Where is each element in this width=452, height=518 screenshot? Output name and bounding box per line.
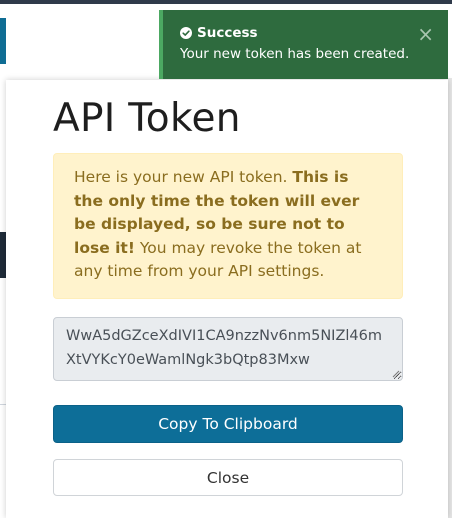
modal-title: API Token (53, 96, 241, 141)
background-nav-strip (0, 18, 6, 64)
success-toast: Success Your new token has been created.… (159, 10, 448, 79)
toast-title: Success (197, 25, 258, 41)
toast-message: Your new token has been created. (180, 46, 410, 62)
toast-header: Success (180, 24, 432, 42)
api-token-modal: API Token Here is your new API token. Th… (6, 80, 448, 518)
background-scroll-edge (448, 78, 452, 518)
background-top-bar (0, 0, 452, 4)
copy-to-clipboard-button[interactable]: Copy To Clipboard (53, 405, 403, 443)
toast-close-icon[interactable]: × (417, 24, 434, 44)
token-value[interactable]: WwA5dGZceXdIVI1CA9nzzNv6nm5NIZl46mXtVYKc… (66, 328, 382, 368)
alert-text-intro: Here is your new API token. (74, 168, 293, 186)
token-warning-alert: Here is your new API token. This is the … (53, 153, 403, 299)
check-circle-icon (180, 27, 192, 39)
token-textarea[interactable]: WwA5dGZceXdIVI1CA9nzzNv6nm5NIZl46mXtVYKc… (53, 317, 403, 381)
resize-grip-icon[interactable] (392, 370, 400, 378)
close-modal-button[interactable]: Close (53, 459, 403, 496)
